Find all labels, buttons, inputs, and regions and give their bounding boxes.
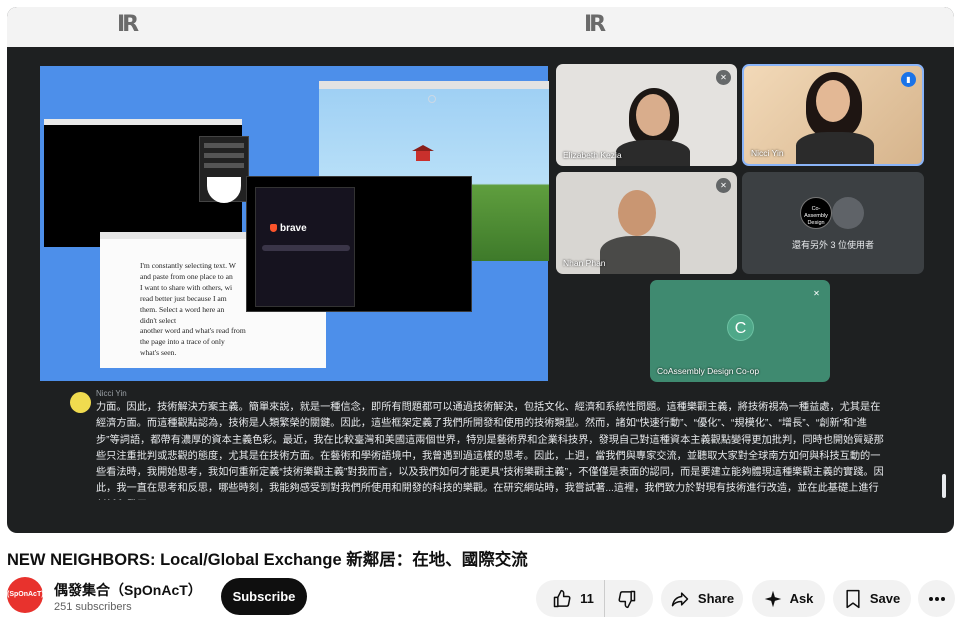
logo-left: IR (117, 12, 139, 37)
brave-newtab: brave (255, 187, 355, 307)
shared-screen: I'm constantly selecting text. W and pas… (40, 66, 549, 381)
avatar (832, 197, 864, 229)
participant-name: Nicci Yin (751, 148, 784, 158)
channel-avatar[interactable]: (SpOnAcT) (7, 577, 44, 613)
like-button[interactable]: 11 (546, 580, 605, 617)
mic-off-icon: ✕ (716, 178, 731, 193)
participant-tile-coassembly[interactable]: C ✕ CoAssembly Design Co-op (650, 280, 830, 382)
ask-button[interactable]: Ask (752, 580, 825, 617)
doc-line: didn't select (140, 315, 177, 325)
window-popup (199, 136, 249, 203)
participant-name: Elizabeth Kezia (563, 150, 622, 160)
participant-name: Nhan Phan (563, 258, 606, 268)
doc-line: the page into a trace of only (140, 337, 225, 347)
like-count: 11 (580, 591, 594, 606)
save-button[interactable]: Save (833, 580, 911, 617)
doc-line: what's seen. (140, 348, 177, 358)
video-title: NEW NEIGHBORS: Local/Global Exchange 新鄰居… (7, 551, 528, 569)
circle-shape (207, 177, 241, 203)
speaking-icon: ▮ (901, 72, 916, 87)
participant-tile-nhan[interactable]: ✕ Nhan Phan (556, 172, 737, 274)
video-top-bar: IR IR (7, 7, 954, 47)
caption-speaker-avatar (70, 392, 91, 413)
mic-off-icon: ✕ (813, 289, 820, 298)
caption-text: 力面。因此，技術解決方案主義。簡單來說，就是一種信念，即所有問題都可以通過技術解… (96, 402, 884, 500)
ask-icon (764, 590, 781, 607)
participant-tile-elizabeth[interactable]: ✕ Elizabeth Kezia (556, 64, 737, 166)
doc-line: another word and what's read from (140, 326, 246, 336)
save-icon (846, 589, 860, 608)
brave-search-bar (262, 245, 350, 251)
moon-shape (428, 95, 436, 103)
window-brave: brave (246, 176, 472, 312)
participant-name: CoAssembly Design Co-op (657, 366, 760, 376)
subscribe-button[interactable]: Subscribe (221, 578, 307, 615)
logo-right: IR (584, 12, 606, 37)
house-shape (412, 145, 434, 161)
mic-off-icon: ✕ (716, 70, 731, 85)
share-button[interactable]: Share (661, 580, 743, 617)
ask-label: Ask (789, 591, 814, 606)
avatar: C (727, 314, 754, 341)
more-actions-button[interactable] (918, 580, 955, 617)
dislike-button[interactable] (605, 580, 643, 617)
caption-scrollbar[interactable] (942, 474, 946, 498)
share-label: Share (697, 591, 735, 606)
dislike-icon (618, 590, 636, 608)
video-player[interactable]: IR IR I'm constantly selecting text. W a… (7, 7, 954, 533)
page: IR IR I'm constantly selecting text. W a… (0, 0, 960, 625)
like-icon (553, 589, 571, 607)
share-icon (671, 591, 689, 606)
more-icon (928, 596, 945, 601)
subscriber-count: 251 subscribers (54, 601, 132, 613)
like-dislike-group: 11 (536, 580, 653, 617)
brave-logo: brave (270, 223, 307, 234)
others-count-label: 還有另外 3 位使用者 (791, 240, 874, 250)
save-label: Save (869, 591, 901, 606)
channel-name[interactable]: 偶發集合（SpOnAcT） (54, 580, 202, 600)
avatar: Co-Assembly Design (800, 197, 832, 229)
participant-tile-nicci[interactable]: ▮ Nicci Yin (742, 64, 924, 166)
participant-tile-others[interactable]: Co-Assembly Design 還有另外 3 位使用者 (742, 172, 924, 274)
caption-speaker-name: Nicci Yin (96, 389, 127, 398)
